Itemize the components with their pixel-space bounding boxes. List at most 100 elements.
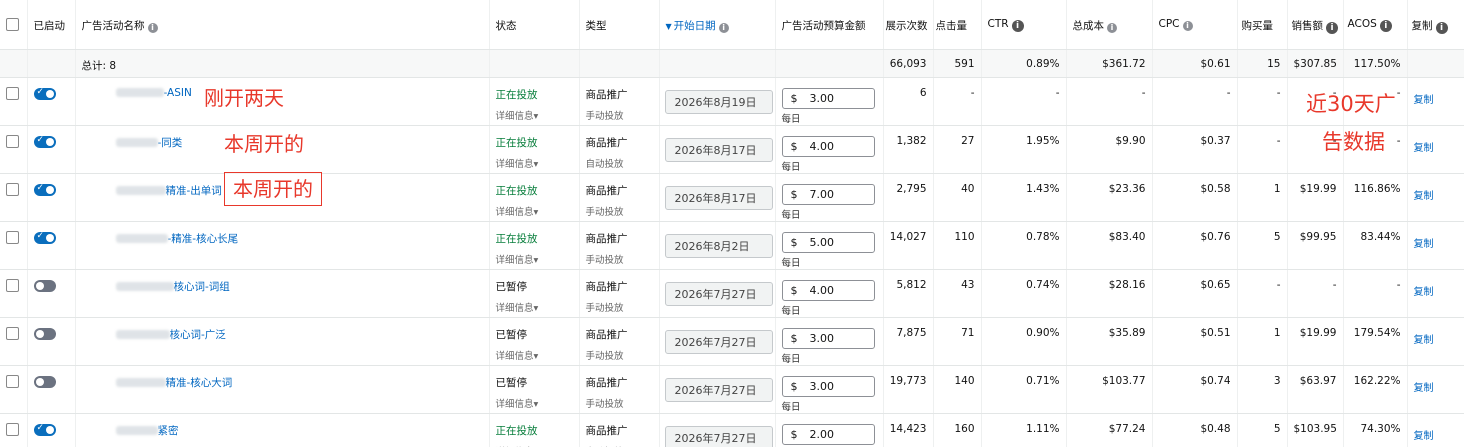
campaign-name-link[interactable]: 核心词-广泛 (170, 329, 226, 341)
status-detail-dropdown[interactable]: 详细信息▾ (496, 444, 573, 447)
status-detail-dropdown[interactable]: 详细信息▾ (496, 204, 573, 218)
budget-input[interactable]: $3.00 (781, 327, 875, 349)
row-checkbox[interactable] (6, 230, 19, 244)
copy-link[interactable]: 复制 (1414, 191, 1434, 202)
header-orders[interactable]: 购买量 (1237, 0, 1288, 50)
check-icon: ✓ (36, 134, 45, 145)
campaign-type: 商品推广 (585, 136, 628, 149)
enable-toggle[interactable]: ✓ (33, 134, 56, 148)
cpc-cell: - (1152, 77, 1238, 126)
campaign-name-link[interactable]: 核心词-词组 (174, 281, 230, 293)
copy-link[interactable]: 复制 (1414, 383, 1434, 394)
campaign-name-link[interactable]: 精准-核心大词 (166, 377, 233, 389)
header-ctr[interactable]: CTR i (981, 0, 1067, 50)
orders-cell: 5 (1237, 413, 1288, 447)
info-icon[interactable]: i (1011, 20, 1024, 32)
status-detail-dropdown[interactable]: 详细信息▾ (496, 252, 573, 266)
clicks-cell: 110 (933, 221, 982, 270)
budget-input[interactable]: $3.00 (781, 375, 875, 397)
check-icon: ✓ (36, 230, 45, 241)
row-checkbox[interactable] (6, 134, 19, 148)
info-icon[interactable]: i (1435, 22, 1448, 34)
select-all-checkbox[interactable] (6, 18, 19, 31)
header-impressions[interactable]: 展示次数 (883, 0, 934, 50)
table-row: 核心词-广泛 已暂停 详细信息▾ 商品推广 手动投放 2026年7月27日 $3.00 每日 7… (0, 317, 1464, 366)
redacted-name-blur (115, 138, 158, 147)
budget-input[interactable]: $2.00 (781, 423, 875, 445)
campaign-name-link[interactable]: 精准-出单词 (166, 185, 222, 197)
row-checkbox[interactable] (6, 278, 19, 292)
enable-toggle[interactable]: ✓ (33, 183, 56, 196)
budget-input[interactable]: $4.00 (781, 279, 875, 301)
targeting-type: 自动投放 (586, 444, 653, 447)
header-budget[interactable]: 广告活动预算金额 (775, 0, 884, 50)
status-detail-dropdown[interactable]: 详细信息▾ (496, 156, 573, 170)
copy-link[interactable]: 复制 (1414, 239, 1434, 250)
row-checkbox[interactable] (6, 374, 19, 388)
start-date-field[interactable]: 2026年8月17日 (664, 137, 773, 162)
header-sales[interactable]: 销售额 i (1287, 0, 1344, 50)
start-date-field[interactable]: 2026年8月19日 (664, 89, 773, 114)
copy-link[interactable]: 复制 (1414, 335, 1434, 346)
cpc-cell: $0.51 (1152, 317, 1238, 366)
row-checkbox[interactable] (6, 182, 19, 196)
header-clicks[interactable]: 点击量 (933, 0, 982, 50)
sales-cell: $99.95 (1287, 221, 1344, 270)
copy-link[interactable]: 复制 (1414, 287, 1434, 298)
header-select-all[interactable] (0, 0, 28, 50)
clicks-cell: 40 (933, 173, 982, 222)
header-cost[interactable]: 总成本 i (1066, 0, 1153, 50)
header-start-date[interactable]: ▼ 开始日期 i (659, 0, 776, 50)
info-icon[interactable]: i (718, 23, 729, 33)
budget-input[interactable]: $4.00 (781, 135, 875, 157)
start-date-field[interactable]: 2026年7月27日 (664, 425, 773, 447)
redacted-name-blur (115, 234, 168, 243)
impressions-cell: 14,423 (883, 413, 934, 447)
enable-toggle[interactable] (33, 375, 56, 388)
redacted-name-blur (115, 88, 164, 97)
start-date-field[interactable]: 2026年7月27日 (664, 329, 773, 354)
status-detail-dropdown[interactable]: 详细信息▾ (496, 348, 573, 362)
copy-link[interactable]: 复制 (1414, 95, 1434, 106)
info-icon[interactable]: i (1182, 21, 1193, 31)
status-detail-dropdown[interactable]: 详细信息▾ (496, 300, 573, 314)
copy-link[interactable]: 复制 (1414, 431, 1434, 442)
enable-toggle[interactable] (33, 279, 56, 292)
start-date-field[interactable]: 2026年7月27日 (664, 377, 773, 402)
start-date-field[interactable]: 2026年8月17日 (664, 185, 773, 210)
annotation-this-week-2: 本周开的 (224, 172, 322, 206)
campaign-name-link[interactable]: -精准-核心长尾 (168, 233, 239, 245)
info-icon[interactable]: i (1379, 20, 1392, 32)
budget-input[interactable]: $5.00 (781, 231, 875, 253)
header-acos[interactable]: ACOS i (1343, 0, 1408, 50)
clicks-cell: 27 (933, 125, 982, 174)
budget-input[interactable]: $7.00 (781, 183, 875, 205)
header-status[interactable]: 状态 (489, 0, 580, 50)
campaign-name-link[interactable]: 紧密 (158, 425, 179, 437)
row-checkbox[interactable] (6, 326, 19, 340)
header-cpc[interactable]: CPC i (1152, 0, 1238, 50)
info-icon[interactable]: i (147, 23, 158, 33)
row-checkbox[interactable] (6, 422, 19, 436)
info-icon[interactable]: i (1326, 22, 1338, 34)
enable-toggle[interactable]: ✓ (33, 87, 56, 100)
campaign-name-link[interactable]: -同类 (158, 137, 183, 149)
cpc-cell: $0.37 (1152, 125, 1238, 174)
info-icon[interactable]: i (1107, 23, 1117, 33)
enable-toggle[interactable]: ✓ (33, 230, 56, 244)
status-detail-dropdown[interactable]: 详细信息▾ (496, 396, 573, 410)
enable-toggle[interactable] (33, 327, 56, 340)
header-type[interactable]: 类型 (579, 0, 660, 50)
impressions-cell: 14,027 (883, 221, 934, 270)
campaign-type: 商品推广 (585, 232, 628, 245)
enable-toggle[interactable]: ✓ (33, 423, 56, 436)
start-date-field[interactable]: 2026年7月27日 (664, 281, 773, 306)
status-detail-dropdown[interactable]: 详细信息▾ (496, 108, 573, 122)
ctr-cell: 1.43% (981, 173, 1067, 222)
campaign-name-link[interactable]: -ASIN (164, 87, 192, 99)
start-date-field[interactable]: 2026年8月2日 (664, 233, 773, 258)
row-checkbox[interactable] (6, 86, 19, 100)
header-name[interactable]: 广告活动名称 i (75, 0, 490, 50)
copy-link[interactable]: 复制 (1414, 143, 1434, 154)
budget-input[interactable]: $3.00 (781, 87, 875, 109)
